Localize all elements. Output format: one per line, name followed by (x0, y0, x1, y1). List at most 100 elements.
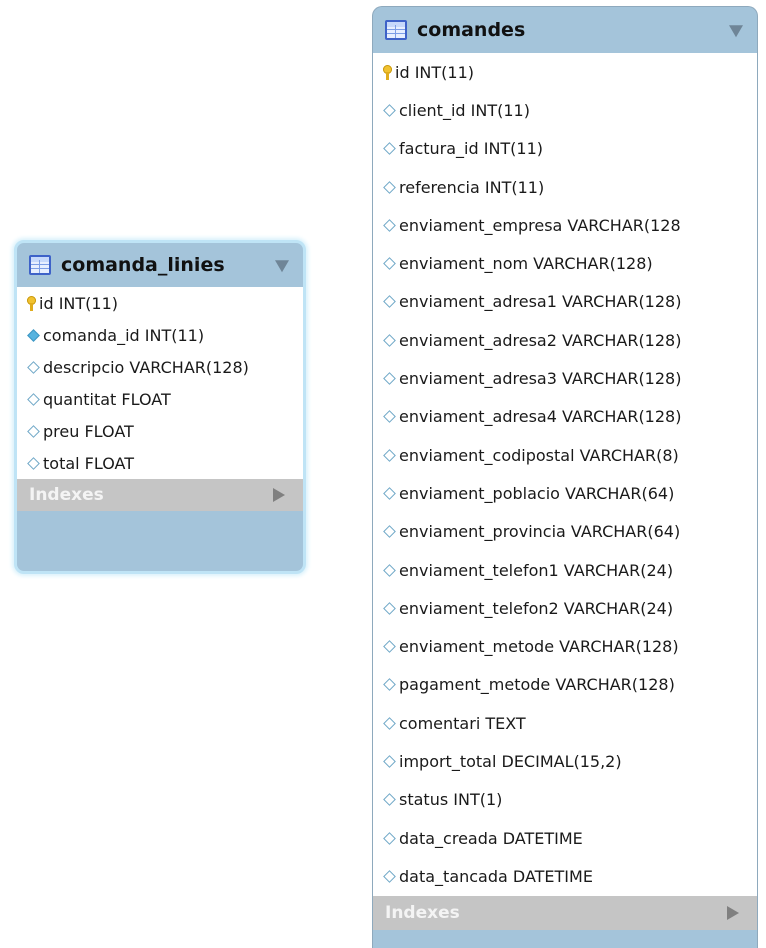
column-diamond-icon (383, 831, 396, 845)
table-header[interactable]: comanda_linies (17, 243, 303, 287)
column-label: import_total DECIMAL(15,2) (399, 751, 622, 771)
column-label: quantitat FLOAT (43, 389, 171, 409)
column-label: enviament_adresa1 VARCHAR(128) (399, 292, 682, 312)
column-label: comentari TEXT (399, 713, 526, 733)
column-row[interactable]: status INT(1) (373, 781, 757, 819)
column-label: enviament_empresa VARCHAR(128 (399, 215, 681, 235)
column-row[interactable]: client_id INT(11) (373, 91, 757, 129)
column-diamond-icon (383, 448, 396, 462)
table-icon (29, 255, 51, 275)
column-label: enviament_provincia VARCHAR(64) (399, 522, 681, 542)
column-diamond-icon (383, 755, 396, 768)
column-label: enviament_poblacio VARCHAR(64) (399, 483, 675, 503)
column-label: id INT(11) (39, 293, 118, 313)
column-diamond-icon (383, 257, 396, 270)
column-label: pagament_metode VARCHAR(128) (399, 675, 675, 695)
column-diamond-icon (383, 104, 396, 117)
column-row[interactable]: factura_id INT(11) (373, 130, 757, 168)
table-comanda-linies[interactable]: comanda_linies id INT(11) comanda_id INT(… (14, 240, 306, 574)
column-diamond-icon (383, 142, 396, 156)
column-row[interactable]: pagament_metode VARCHAR(128) (373, 666, 757, 704)
column-label: enviament_telefon1 VARCHAR(24) (399, 560, 674, 580)
column-diamond-icon (383, 410, 396, 424)
column-diamond-icon (383, 678, 396, 692)
column-diamond-icon (383, 563, 396, 577)
column-diamond-icon (383, 716, 396, 730)
column-label: enviament_adresa2 VARCHAR(128) (399, 330, 682, 350)
column-row[interactable]: enviament_poblacio VARCHAR(64) (373, 474, 757, 512)
column-diamond-icon (27, 360, 40, 374)
column-row[interactable]: enviament_adresa4 VARCHAR(128) (373, 398, 757, 436)
column-row[interactable]: data_tancada DATETIME (373, 857, 757, 895)
column-row[interactable]: quantitat FLOAT (17, 383, 303, 415)
primary-key-icon (27, 295, 36, 311)
column-row[interactable]: enviament_metode VARCHAR(128) (373, 627, 757, 665)
column-diamond-icon (383, 218, 396, 232)
column-row[interactable]: enviament_adresa3 VARCHAR(128) (373, 359, 757, 397)
column-label: descripcio VARCHAR(128) (43, 357, 249, 377)
column-label: referencia INT(11) (399, 177, 545, 197)
column-diamond-icon (383, 372, 396, 385)
column-row[interactable]: preu FLOAT (17, 415, 303, 447)
table-comandes[interactable]: comandes id INT(11) client_id INT(11) fact… (372, 6, 758, 948)
collapse-arrow-icon[interactable] (275, 260, 289, 273)
column-label: enviament_adresa4 VARCHAR(128) (399, 407, 682, 427)
indexes-section[interactable]: Indexes (373, 895, 757, 930)
collapse-arrow-icon[interactable] (729, 25, 743, 38)
column-row[interactable]: id INT(11) (17, 287, 303, 319)
expand-arrow-icon[interactable] (273, 488, 285, 502)
column-label: data_creada DATETIME (399, 828, 583, 848)
column-row[interactable]: enviament_provincia VARCHAR(64) (373, 513, 757, 551)
column-row[interactable]: import_total DECIMAL(15,2) (373, 742, 757, 780)
indexes-label: Indexes (29, 485, 104, 505)
column-label: enviament_nom VARCHAR(128) (399, 254, 653, 274)
column-label: status INT(1) (399, 790, 503, 810)
column-row[interactable]: comanda_id INT(11) (17, 319, 303, 351)
column-row[interactable]: id INT(11) (373, 53, 757, 91)
column-diamond-icon (383, 793, 396, 807)
column-list: id INT(11) client_id INT(11) factura_id IN… (373, 53, 757, 896)
table-header[interactable]: comandes (373, 7, 757, 53)
column-label: id INT(11) (395, 62, 474, 82)
column-diamond-icon (27, 424, 40, 438)
column-diamond-icon (27, 456, 40, 470)
table-icon (385, 20, 407, 40)
column-label: total FLOAT (43, 453, 135, 473)
column-row[interactable]: enviament_adresa2 VARCHAR(128) (373, 321, 757, 359)
column-label: enviament_telefon2 VARCHAR(24) (399, 598, 674, 618)
primary-key-icon (383, 64, 392, 80)
column-list: id INT(11) comanda_id INT(11) descripcio V… (17, 287, 303, 479)
column-row[interactable]: enviament_telefon1 VARCHAR(24) (373, 551, 757, 589)
foreign-key-diamond-icon (27, 328, 40, 342)
column-label: data_tancada DATETIME (399, 866, 593, 886)
indexes-label: Indexes (385, 902, 460, 923)
column-row[interactable]: enviament_empresa VARCHAR(128 (373, 206, 757, 244)
column-row[interactable]: enviament_codipostal VARCHAR(8) (373, 436, 757, 474)
column-row[interactable]: enviament_adresa1 VARCHAR(128) (373, 283, 757, 321)
column-row[interactable]: descripcio VARCHAR(128) (17, 351, 303, 383)
column-row[interactable]: data_creada DATETIME (373, 819, 757, 857)
column-diamond-icon (383, 487, 396, 500)
column-label: preu FLOAT (43, 421, 134, 441)
column-diamond-icon (383, 333, 396, 347)
indexes-section[interactable]: Indexes (17, 479, 303, 511)
expand-arrow-icon[interactable] (727, 905, 739, 920)
column-label: enviament_metode VARCHAR(128) (399, 637, 679, 657)
column-diamond-icon (383, 640, 396, 653)
column-label: client_id INT(11) (399, 100, 530, 120)
column-row[interactable]: comentari TEXT (373, 704, 757, 742)
column-diamond-icon (383, 525, 396, 539)
column-label: enviament_codipostal VARCHAR(8) (399, 445, 679, 465)
column-diamond-icon (27, 392, 40, 406)
table-title: comandes (417, 19, 526, 41)
column-row[interactable]: enviament_nom VARCHAR(128) (373, 244, 757, 282)
column-diamond-icon (383, 601, 396, 615)
column-label: factura_id INT(11) (399, 139, 544, 159)
column-row[interactable]: enviament_telefon2 VARCHAR(24) (373, 589, 757, 627)
column-diamond-icon (383, 295, 396, 309)
column-row[interactable]: referencia INT(11) (373, 168, 757, 206)
column-label: comanda_id INT(11) (43, 325, 205, 345)
column-row[interactable]: total FLOAT (17, 447, 303, 479)
column-diamond-icon (383, 180, 396, 194)
table-title: comanda_linies (61, 254, 225, 276)
